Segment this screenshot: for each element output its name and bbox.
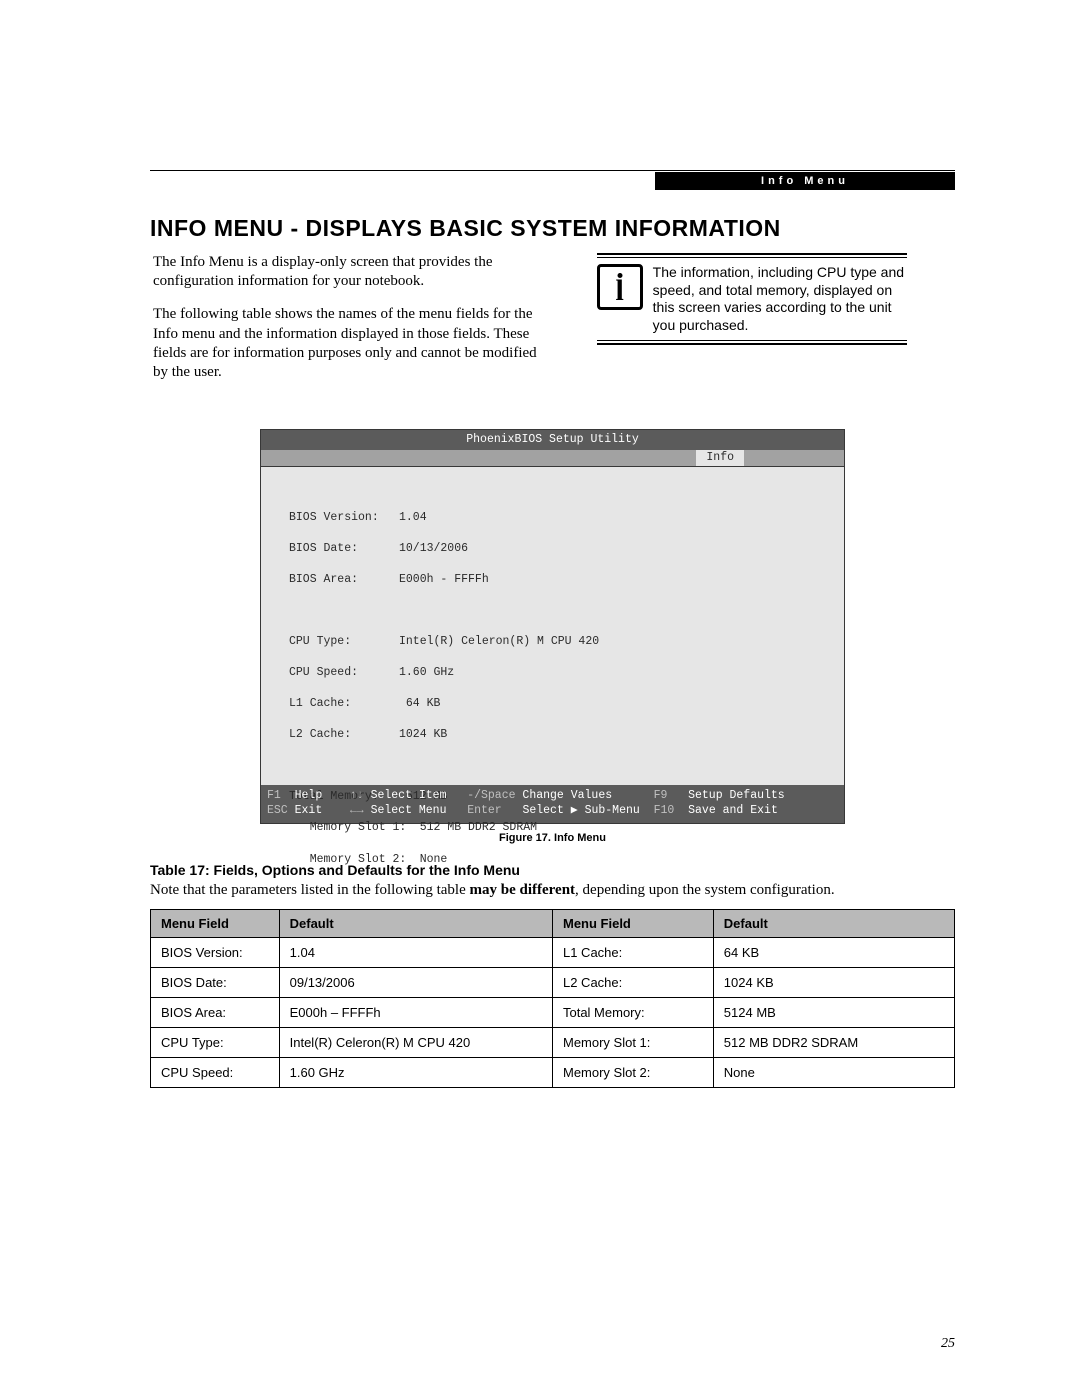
table-cell: 1.04 xyxy=(279,937,552,967)
bios-field-label: Memory Slot 1: xyxy=(310,820,420,836)
intro-left-column: The Info Menu is a display-only screen t… xyxy=(152,252,549,397)
table-row: BIOS Date:09/13/2006L2 Cache:1024 KB xyxy=(151,967,955,997)
table-cell: CPU Speed: xyxy=(151,1057,280,1087)
table-row: BIOS Area:E000h – FFFFhTotal Memory:5124… xyxy=(151,997,955,1027)
bios-field-label: BIOS Date: xyxy=(289,541,399,557)
table-cell: 09/13/2006 xyxy=(279,967,552,997)
page-title: INFO MENU - DISPLAYS BASIC SYSTEM INFORM… xyxy=(150,215,955,242)
top-rule xyxy=(150,170,955,171)
table-cell: Intel(R) Celeron(R) M CPU 420 xyxy=(279,1027,552,1057)
bios-field-label: L2 Cache: xyxy=(289,727,399,743)
bios-field-value: 64 KB xyxy=(399,697,440,710)
section-header-bar: Info Menu xyxy=(655,172,955,190)
bios-field-value: 1.60 GHz xyxy=(399,666,454,679)
bios-field-value: 1024 KB xyxy=(399,728,447,741)
page-number: 25 xyxy=(941,1336,955,1352)
defaults-table: Menu Field Default Menu Field Default BI… xyxy=(150,909,955,1088)
bios-title: PhoenixBIOS Setup Utility xyxy=(261,430,844,450)
table-cell: BIOS Version: xyxy=(151,937,280,967)
th-default: Default xyxy=(279,909,552,937)
table-cell: Memory Slot 1: xyxy=(552,1027,713,1057)
th-default: Default xyxy=(713,909,954,937)
bios-field-label: BIOS Area: xyxy=(289,572,399,588)
table-row: BIOS Version:1.04L1 Cache:64 KB xyxy=(151,937,955,967)
th-menu-field: Menu Field xyxy=(552,909,713,937)
intro-right-column: l The information, including CPU type an… xyxy=(551,252,953,397)
bios-field-label: BIOS Version: xyxy=(289,510,399,526)
table-caption: Table 17: Fields, Options and Defaults f… xyxy=(150,862,955,878)
bios-field-label: CPU Type: xyxy=(289,634,399,650)
table-cell: BIOS Area: xyxy=(151,997,280,1027)
bios-field-value: Intel(R) Celeron(R) M CPU 420 xyxy=(399,635,599,648)
info-note: l The information, including CPU type an… xyxy=(597,253,907,345)
table-cell: 1.60 GHz xyxy=(279,1057,552,1087)
bios-field-label: CPU Speed: xyxy=(289,665,399,681)
bios-field-value: 1.04 xyxy=(399,511,427,524)
bios-tab-bar: Info xyxy=(261,450,844,466)
bios-field-label: L1 Cache: xyxy=(289,696,399,712)
table-note: Note that the parameters listed in the f… xyxy=(150,882,955,899)
table-cell: 1024 KB xyxy=(713,967,954,997)
bios-screen: PhoenixBIOS Setup Utility Info BIOS Vers… xyxy=(260,429,845,824)
page: Info Menu INFO MENU - DISPLAYS BASIC SYS… xyxy=(0,0,1080,1397)
table-cell: None xyxy=(713,1057,954,1087)
bios-tab-info: Info xyxy=(696,450,744,466)
th-menu-field: Menu Field xyxy=(151,909,280,937)
table-row: CPU Speed:1.60 GHzMemory Slot 2:None xyxy=(151,1057,955,1087)
intro-paragraph-1: The Info Menu is a display-only screen t… xyxy=(153,253,548,291)
bios-field-value: E000h - FFFFh xyxy=(399,573,489,586)
table-cell: Total Memory: xyxy=(552,997,713,1027)
figure-caption: Figure 17. Info Menu xyxy=(150,832,955,844)
table-cell: BIOS Date: xyxy=(151,967,280,997)
table-row: CPU Type:Intel(R) Celeron(R) M CPU 420Me… xyxy=(151,1027,955,1057)
table-cell: 64 KB xyxy=(713,937,954,967)
intro-columns: The Info Menu is a display-only screen t… xyxy=(150,250,955,399)
table-cell: L1 Cache: xyxy=(552,937,713,967)
table-cell: Memory Slot 2: xyxy=(552,1057,713,1087)
bios-footer: F1 Help ↑↓ Select Item -/Space Change Va… xyxy=(261,785,844,823)
bios-field-value: 10/13/2006 xyxy=(399,542,468,555)
table-cell: E000h – FFFFh xyxy=(279,997,552,1027)
table-cell: 5124 MB xyxy=(713,997,954,1027)
bios-body: BIOS Version:1.04 BIOS Date:10/13/2006 B… xyxy=(261,466,844,785)
intro-paragraph-2: The following table shows the names of t… xyxy=(153,305,548,382)
table-cell: 512 MB DDR2 SDRAM xyxy=(713,1027,954,1057)
info-icon: l xyxy=(597,264,643,310)
table-cell: L2 Cache: xyxy=(552,967,713,997)
table-cell: CPU Type: xyxy=(151,1027,280,1057)
info-note-text: The information, including CPU type and … xyxy=(653,264,907,334)
